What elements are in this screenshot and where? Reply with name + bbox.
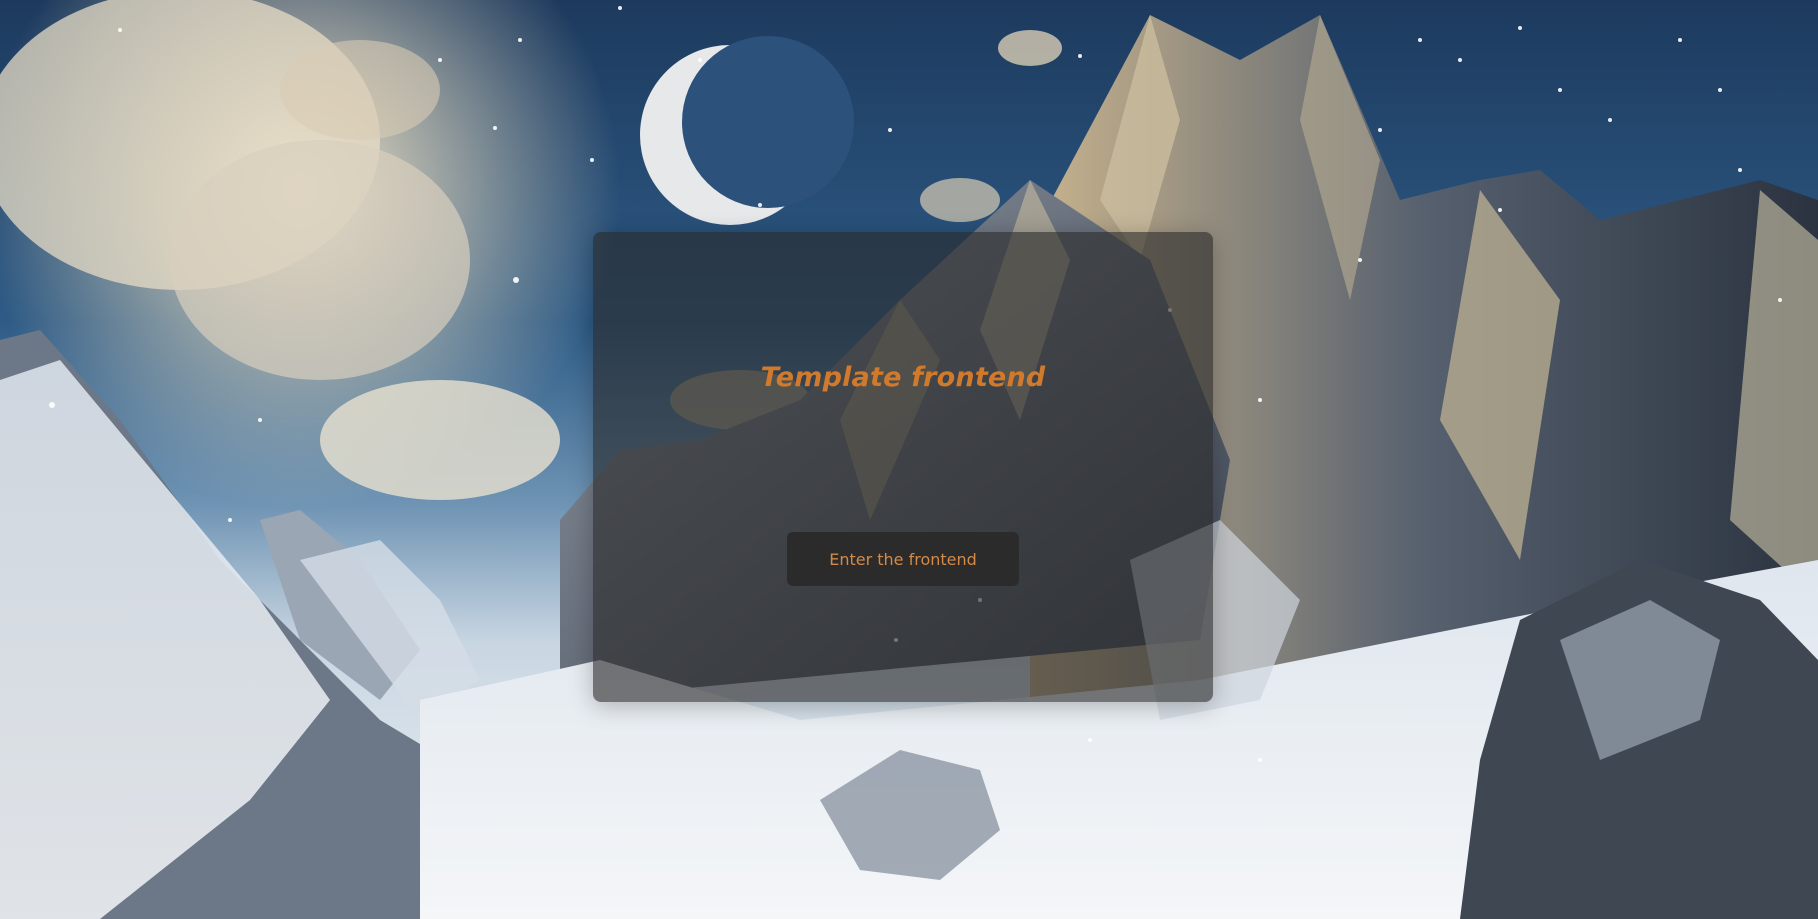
welcome-card: Template frontend Enter the frontend [593,232,1213,702]
page-title: Template frontend [760,362,1046,393]
enter-frontend-button[interactable]: Enter the frontend [787,532,1019,586]
landing-page: Template frontend Enter the frontend [0,0,1818,919]
